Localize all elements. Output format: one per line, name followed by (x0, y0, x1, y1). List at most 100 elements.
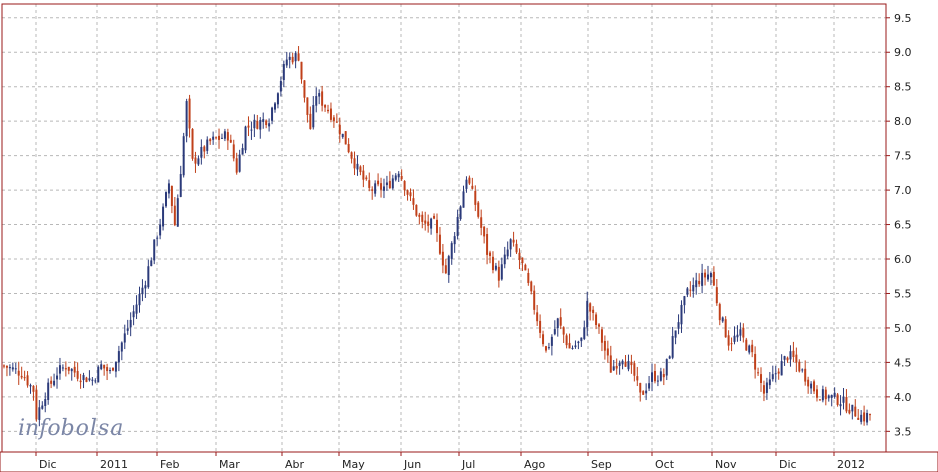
candle-up (179, 174, 182, 197)
candle-down (26, 375, 29, 386)
candle-up (580, 337, 583, 342)
x-tick-label: May (342, 458, 365, 471)
candle-down (712, 271, 715, 286)
candle-down (491, 256, 494, 271)
candle-down (786, 357, 789, 361)
candle-up (41, 405, 44, 409)
candle-down (869, 414, 871, 416)
candle-up (509, 239, 512, 250)
candle-up (612, 366, 615, 371)
candle-up (223, 131, 226, 139)
candle-down (815, 389, 818, 398)
candle-down (818, 399, 821, 401)
candle-up (651, 372, 654, 382)
candle-down (497, 266, 500, 281)
candle-up (147, 266, 150, 288)
candle-down (624, 361, 627, 367)
candle-up (503, 254, 506, 265)
candle-down (17, 370, 20, 376)
y-tick-label: 9.5 (894, 12, 912, 25)
candle-down (50, 380, 53, 384)
candle-down (418, 214, 421, 217)
candle-down (471, 185, 474, 189)
candle-up (394, 175, 397, 180)
candle-down (536, 312, 539, 322)
candle-down (468, 177, 471, 184)
candle-up (680, 304, 683, 325)
candle-down (642, 391, 645, 395)
candle-down (309, 113, 312, 129)
chart-background (0, 0, 938, 472)
candle-down (67, 366, 70, 371)
candle-down (421, 214, 424, 222)
candle-down (704, 272, 707, 278)
candle-down (338, 124, 341, 135)
candle-down (365, 177, 368, 180)
candle-up (574, 345, 577, 348)
x-tick-label: Dic (779, 458, 797, 471)
candle-up (810, 383, 813, 389)
candle-up (866, 412, 869, 423)
candle-up (318, 93, 321, 97)
candle-up (91, 379, 94, 381)
x-tick-label: Sep (591, 458, 612, 471)
candle-up (668, 356, 671, 359)
candle-down (3, 365, 5, 367)
candle-down (539, 320, 542, 333)
candle-up (259, 119, 262, 130)
candle-up (176, 198, 179, 227)
candle-up (465, 179, 468, 189)
candle-up (556, 318, 559, 329)
candle-up (739, 329, 742, 336)
candle-down (347, 144, 350, 153)
candle-up (29, 385, 32, 387)
candle-down (515, 243, 518, 253)
candle-down (857, 417, 860, 420)
logo-text-bolsa: bolsa (61, 416, 125, 441)
candle-down (606, 348, 609, 356)
candle-up (683, 296, 686, 306)
candle-up (659, 371, 662, 381)
candle-down (291, 56, 294, 63)
candle-up (765, 382, 768, 393)
candle-down (436, 219, 438, 234)
candle-up (185, 101, 188, 137)
candle-down (359, 166, 362, 173)
candle-up (450, 243, 453, 259)
candle-up (262, 119, 265, 122)
candle-down (603, 340, 606, 351)
candle-down (807, 379, 810, 387)
candle-up (47, 382, 50, 400)
candle-down (530, 281, 533, 292)
candle-down (170, 185, 173, 206)
y-tick-label: 5.5 (894, 287, 912, 300)
x-tick-label: Dic (39, 458, 57, 471)
candle-down (424, 220, 427, 224)
x-tick-label: 2011 (100, 458, 128, 471)
candle-up (459, 206, 462, 220)
y-tick-label: 4.0 (894, 391, 912, 404)
candle-up (271, 107, 274, 121)
candle-down (477, 202, 480, 217)
candle-up (182, 136, 185, 176)
candle-down (321, 91, 324, 106)
candle-up (315, 96, 318, 106)
candle-down (689, 289, 692, 291)
candle-down (848, 409, 851, 414)
candle-up (138, 293, 141, 306)
candle-up (197, 158, 200, 165)
candle-down (630, 361, 633, 366)
candle-down (32, 385, 35, 392)
candle-down (327, 109, 330, 112)
candle-down (79, 380, 82, 383)
candle-up (506, 249, 509, 257)
candle-down (762, 385, 765, 394)
candle-up (701, 272, 704, 286)
candle-down (486, 234, 489, 255)
candle-up (860, 414, 863, 422)
candle-down (754, 353, 757, 370)
candle-up (268, 123, 271, 127)
candle-up (780, 361, 783, 376)
candle-up (162, 206, 165, 227)
candle-down (542, 334, 545, 345)
